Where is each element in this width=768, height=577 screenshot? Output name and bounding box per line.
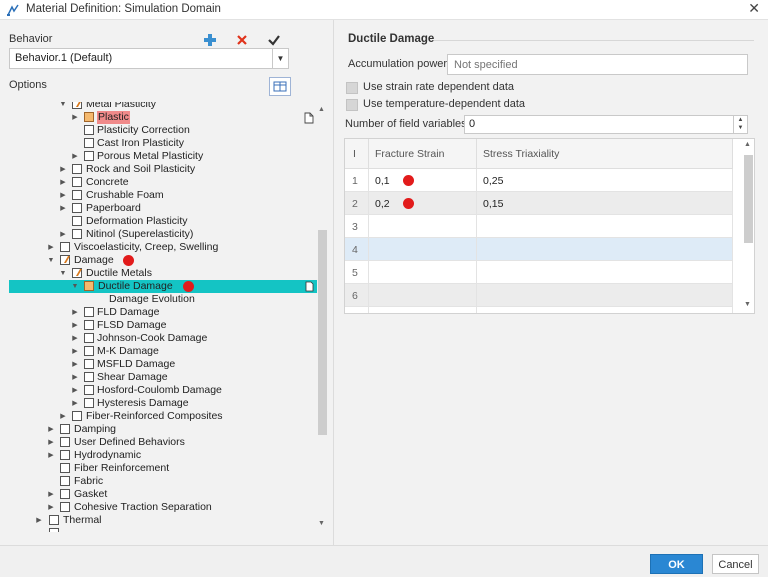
table-row[interactable]: 3 [345, 215, 733, 238]
document-icon[interactable] [304, 112, 314, 124]
strain-rate-label: Use strain rate dependent data [363, 81, 515, 93]
title-bar: Material Definition: Simulation Domain ✕ [0, 0, 768, 20]
marker-dot [403, 198, 414, 209]
table-row[interactable]: 7 [345, 307, 733, 313]
scroll-down-icon[interactable]: ▼ [744, 301, 751, 308]
window-title: Material Definition: Simulation Domain [26, 3, 221, 15]
section-divider [434, 40, 754, 41]
behavior-select[interactable]: Behavior.1 (Default) ▼ [9, 48, 289, 69]
right-panel: Ductile Damage Accumulation power Use st… [334, 20, 768, 545]
tree-item-fiber-reinforcement[interactable]: Fiber Reinforcement [9, 462, 317, 475]
table-view-icon [273, 81, 287, 92]
dialog-footer: OK Cancel [0, 545, 768, 577]
tree-item-gasket[interactable]: ▶ Gasket [9, 488, 317, 501]
tree-item-porous-metal[interactable]: ▶ Porous Metal Plasticity [9, 150, 317, 163]
tree-item-ductile-damage[interactable]: ▼ Ductile Damage [9, 280, 317, 293]
tree-item-msfld-damage[interactable]: ▶ MSFLD Damage [9, 358, 317, 371]
table-scrollbar[interactable]: ▲ ▼ [741, 139, 754, 313]
tree-scrollbar[interactable]: ▲ ▼ [316, 106, 328, 538]
scrollbar-thumb[interactable] [318, 230, 327, 435]
left-panel: Behavior Behavior.1 (Default) ▼ Options … [0, 20, 333, 545]
table-row-selected[interactable]: 4 [345, 238, 733, 261]
tree-item-thermal[interactable]: ▶ Thermal [9, 514, 317, 527]
scroll-up-icon[interactable]: ▲ [318, 106, 325, 113]
options-tree: ▼ Metal Plasticity ▶ Plastic Plasticity … [9, 102, 317, 532]
cancel-button[interactable]: Cancel [712, 554, 759, 574]
app-icon [7, 4, 19, 16]
add-behavior-icon[interactable] [202, 32, 218, 48]
options-label: Options [9, 79, 47, 91]
tree-item-ductile-metals[interactable]: ▼ Ductile Metals [9, 267, 317, 280]
tree-item-partial [9, 527, 317, 532]
checkbox[interactable] [346, 99, 358, 111]
field-variables-stepper[interactable]: 0 ▲ ▼ [464, 115, 748, 134]
table-row[interactable]: 6 [345, 284, 733, 307]
ok-button[interactable]: OK [650, 554, 703, 574]
marker-dot [403, 175, 414, 186]
tree-item-nitinol[interactable]: ▶ Nitinol (Superelasticity) [9, 228, 317, 241]
tree-item-hosford-coulomb[interactable]: ▶ Hosford-Coulomb Damage [9, 384, 317, 397]
tree-item-fabric[interactable]: Fabric [9, 475, 317, 488]
data-table: I Fracture Strain Stress Triaxiality 1 0… [344, 138, 755, 314]
tree-item-user-defined[interactable]: ▶ User Defined Behaviors [9, 436, 317, 449]
tree-item-johnson-cook[interactable]: ▶ Johnson-Cook Damage [9, 332, 317, 345]
tree-item-metal-plasticity[interactable]: ▼ Metal Plasticity [9, 102, 317, 111]
temp-dependent-label: Use temperature-dependent data [363, 98, 526, 110]
tree-item-concrete[interactable]: ▶ Concrete [9, 176, 317, 189]
tree-item-plasticity-correction[interactable]: Plasticity Correction [9, 124, 317, 137]
field-variables-label: Number of field variables [345, 118, 467, 130]
tree-item-fld-damage[interactable]: ▶ FLD Damage [9, 306, 317, 319]
tree-item-cast-iron[interactable]: Cast Iron Plasticity [9, 137, 317, 150]
tree-item-damage-evolution[interactable]: Damage Evolution [9, 293, 317, 306]
tree-item-damage[interactable]: ▼ Damage [9, 254, 317, 267]
column-header-fracture-strain[interactable]: Fracture Strain [369, 139, 477, 169]
tree-item-damping[interactable]: ▶ Damping [9, 423, 317, 436]
marker-dot [123, 255, 134, 266]
tree-item-fiber-reinforced-composites[interactable]: ▶ Fiber-Reinforced Composites [9, 410, 317, 423]
tree-item-viscoelasticity[interactable]: ▶ Viscoelasticity, Creep, Swelling [9, 241, 317, 254]
column-header-index: I [345, 139, 369, 169]
marker-dot [183, 281, 194, 292]
tree-item-paperboard[interactable]: ▶ Paperboard [9, 202, 317, 215]
behavior-label: Behavior [9, 33, 53, 45]
accumulation-power-input[interactable] [447, 54, 748, 75]
options-view-button[interactable] [269, 77, 291, 96]
document-icon [305, 281, 314, 292]
tree-item-hysteresis-damage[interactable]: ▶ Hysteresis Damage [9, 397, 317, 410]
checkbox[interactable] [346, 82, 358, 94]
tree-item-rock-soil[interactable]: ▶ Rock and Soil Plasticity [9, 163, 317, 176]
section-title: Ductile Damage [348, 33, 435, 45]
tree-item-crushable-foam[interactable]: ▶ Crushable Foam [9, 189, 317, 202]
scroll-down-icon[interactable]: ▼ [318, 520, 325, 527]
table-row[interactable]: 2 0,2 0,15 [345, 192, 733, 215]
table-row[interactable]: 1 0,1 0,25 [345, 169, 733, 192]
column-header-stress-triaxiality[interactable]: Stress Triaxiality [477, 139, 733, 169]
scrollbar-thumb[interactable] [744, 155, 753, 243]
tree-item-flsd-damage[interactable]: ▶ FLSD Damage [9, 319, 317, 332]
close-icon[interactable]: ✕ [748, 0, 760, 17]
chevron-down-icon[interactable]: ▼ [272, 49, 288, 68]
tree-item-deformation-plasticity[interactable]: Deformation Plasticity [9, 215, 317, 228]
tree-item-hydrodynamic[interactable]: ▶ Hydrodynamic [9, 449, 317, 462]
tree-item-shear-damage[interactable]: ▶ Shear Damage [9, 371, 317, 384]
delete-behavior-icon[interactable] [234, 32, 250, 48]
increment-icon[interactable]: ▲ [734, 116, 747, 124]
accumulation-power-label: Accumulation power [348, 58, 448, 70]
scroll-up-icon[interactable]: ▲ [744, 141, 751, 148]
decrement-icon[interactable]: ▼ [734, 124, 747, 132]
tree-item-cohesive-traction[interactable]: ▶ Cohesive Traction Separation [9, 501, 317, 514]
behavior-value: Behavior.1 (Default) [15, 52, 113, 64]
table-row[interactable]: 5 [345, 261, 733, 284]
field-variables-value: 0 [469, 118, 476, 130]
tree-item-mk-damage[interactable]: ▶ M-K Damage [9, 345, 317, 358]
tree-item-plastic[interactable]: ▶ Plastic [9, 111, 317, 124]
confirm-check-icon[interactable] [266, 32, 282, 48]
